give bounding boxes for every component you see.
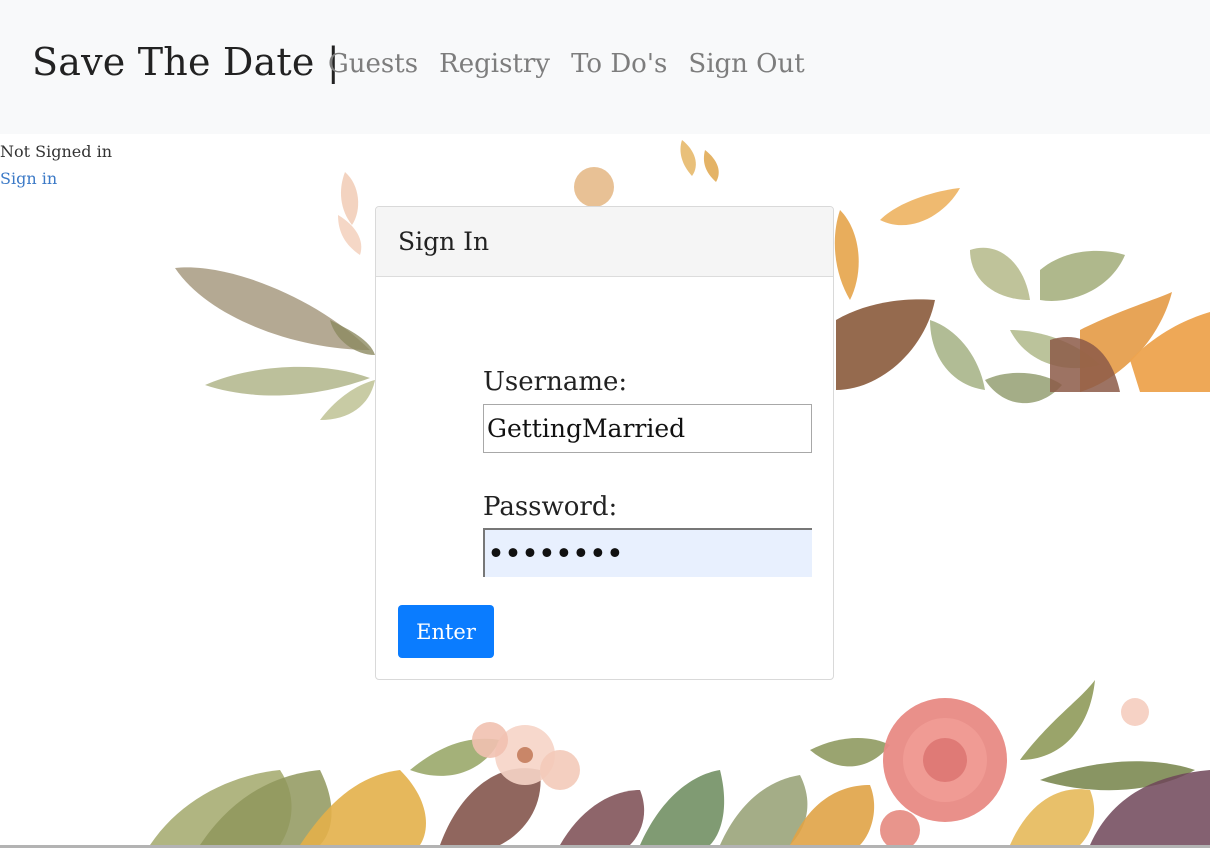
username-input[interactable] — [483, 404, 812, 453]
top-right-leaves — [834, 188, 1210, 404]
password-input[interactable] — [483, 528, 812, 577]
password-label: Password: — [483, 492, 618, 522]
sign-in-card: Sign In Username: Password: Enter — [375, 206, 834, 680]
enter-button[interactable]: Enter — [398, 605, 494, 658]
sign-in-title: Sign In — [398, 227, 490, 256]
username-label: Username: — [483, 367, 628, 397]
sign-in-card-header: Sign In — [376, 207, 833, 277]
bottom-flower-border — [150, 680, 1210, 848]
